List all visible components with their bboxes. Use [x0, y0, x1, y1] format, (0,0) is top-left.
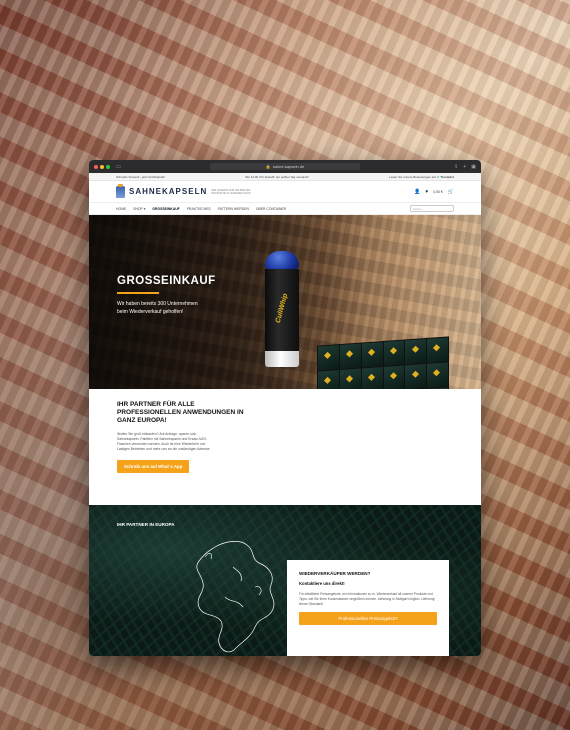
partner-section: IHR PARTNER FÜR ALLE PROFESSIONELLEN ANW… — [89, 389, 481, 505]
partner-body: Wollen Sie groß einkaufen? Auf Anfrage, … — [117, 432, 211, 451]
announcement-bar: Schnelle Versand - jetzt Großhandel! Bei… — [89, 173, 481, 181]
hero-title: GROSSEINKAUF — [117, 275, 216, 287]
logo-tagline: WIR LIEFERN NUR DIE BESTEN PRODUKTE IN U… — [211, 188, 251, 195]
pallet-image — [317, 336, 449, 389]
whatsapp-button[interactable]: Schreib uns auf What´s App — [117, 460, 190, 473]
close-dot[interactable] — [94, 164, 98, 169]
nav-ueber[interactable]: ÜBER CONTAINER — [256, 207, 286, 211]
tabs-icon[interactable]: ▣ — [471, 164, 476, 170]
account-icon[interactable]: 👤 — [414, 189, 420, 195]
sidebar-icon[interactable]: ▭ — [116, 164, 121, 170]
cream-charger-capsule-image: CuliWhip — [265, 251, 299, 367]
topbar-center: Bei 14.00 Uhr bestellt: am selben Tag ve… — [245, 174, 309, 179]
reseller-title: WIEDERVERKÄUFER WERDEN? — [299, 571, 371, 576]
reseller-body: Für detaillierte Preisangebote, ein Info… — [299, 592, 436, 606]
site-header: SAHNEKAPSELN WIR LIEFERN NUR DIE BESTEN … — [89, 181, 481, 203]
chevron-down-icon: ▾ — [143, 206, 146, 211]
address-bar[interactable]: 🔒 sahne-kapseln.de — [210, 163, 360, 170]
minimize-dot[interactable] — [100, 164, 104, 169]
partner-heading: IHR PARTNER FÜR ALLE PROFESSIONELLEN ANW… — [117, 401, 244, 424]
browser-window: ▭ 🔒 sahne-kapseln.de ⇪ + ▣ Schnelle Vers… — [89, 160, 481, 656]
cart-total[interactable]: 0,00 € — [433, 190, 442, 194]
europe-map-outline — [196, 541, 275, 653]
hero-subtitle: Wir haben bereits 300 Unternehmen beim W… — [117, 301, 198, 315]
europe-section: IHR PARTNER IN EUROPA WIEDERVERKÄUFER WE… — [89, 505, 481, 656]
lock-icon: 🔒 — [265, 164, 271, 169]
nav-praktisches[interactable]: PRAKTISCHES — [187, 207, 211, 211]
search-icon[interactable]: ⌕ — [449, 207, 451, 211]
logo-text[interactable]: SAHNEKAPSELN — [129, 187, 207, 196]
main-nav: HOME SHOP ▾ GROSSEINKAUF PRAKTISCHES PAT… — [89, 203, 481, 215]
cart-icon[interactable]: 🛒 — [448, 189, 454, 195]
capsule-label: CuliWhip — [274, 292, 290, 324]
nav-pattern-werden[interactable]: PATTERN WERDEN — [218, 207, 249, 211]
search-input[interactable]: Suche... ⌕ — [410, 205, 454, 212]
new-tab-icon[interactable]: + — [463, 164, 466, 170]
price-quote-button[interactable]: Professionelles Preisangebot? — [299, 612, 437, 626]
nav-shop[interactable]: SHOP ▾ — [133, 207, 145, 211]
maximize-dot[interactable] — [106, 164, 110, 169]
reseller-subtitle: Kontaktiere uns direkt! — [299, 581, 345, 586]
nav-grosseinkauf[interactable]: GROSSEINKAUF — [152, 207, 179, 211]
topbar-right: Lesen Sie unsere Bewertungen auf ★ Trust… — [389, 174, 454, 179]
browser-titlebar: ▭ 🔒 sahne-kapseln.de ⇪ + ▣ — [89, 160, 481, 173]
wishlist-heart-icon[interactable]: ♥ — [425, 189, 428, 195]
logo-icon[interactable] — [116, 183, 125, 198]
reseller-card: WIEDERVERKÄUFER WERDEN? Kontaktiere uns … — [287, 560, 449, 656]
trustpilot-logo[interactable]: Trustpilot — [440, 175, 454, 179]
hero-divider — [117, 292, 159, 294]
europe-heading: IHR PARTNER IN EUROPA — [117, 522, 175, 527]
nav-home[interactable]: HOME — [116, 207, 126, 211]
share-icon[interactable]: ⇪ — [454, 164, 458, 170]
url-text: sahne-kapseln.de — [272, 164, 305, 169]
topbar-left: Schnelle Versand - jetzt Großhandel! — [116, 174, 166, 179]
search-placeholder: Suche... — [413, 206, 425, 211]
hero-banner: GROSSEINKAUF Wir haben bereits 300 Unter… — [89, 215, 481, 389]
